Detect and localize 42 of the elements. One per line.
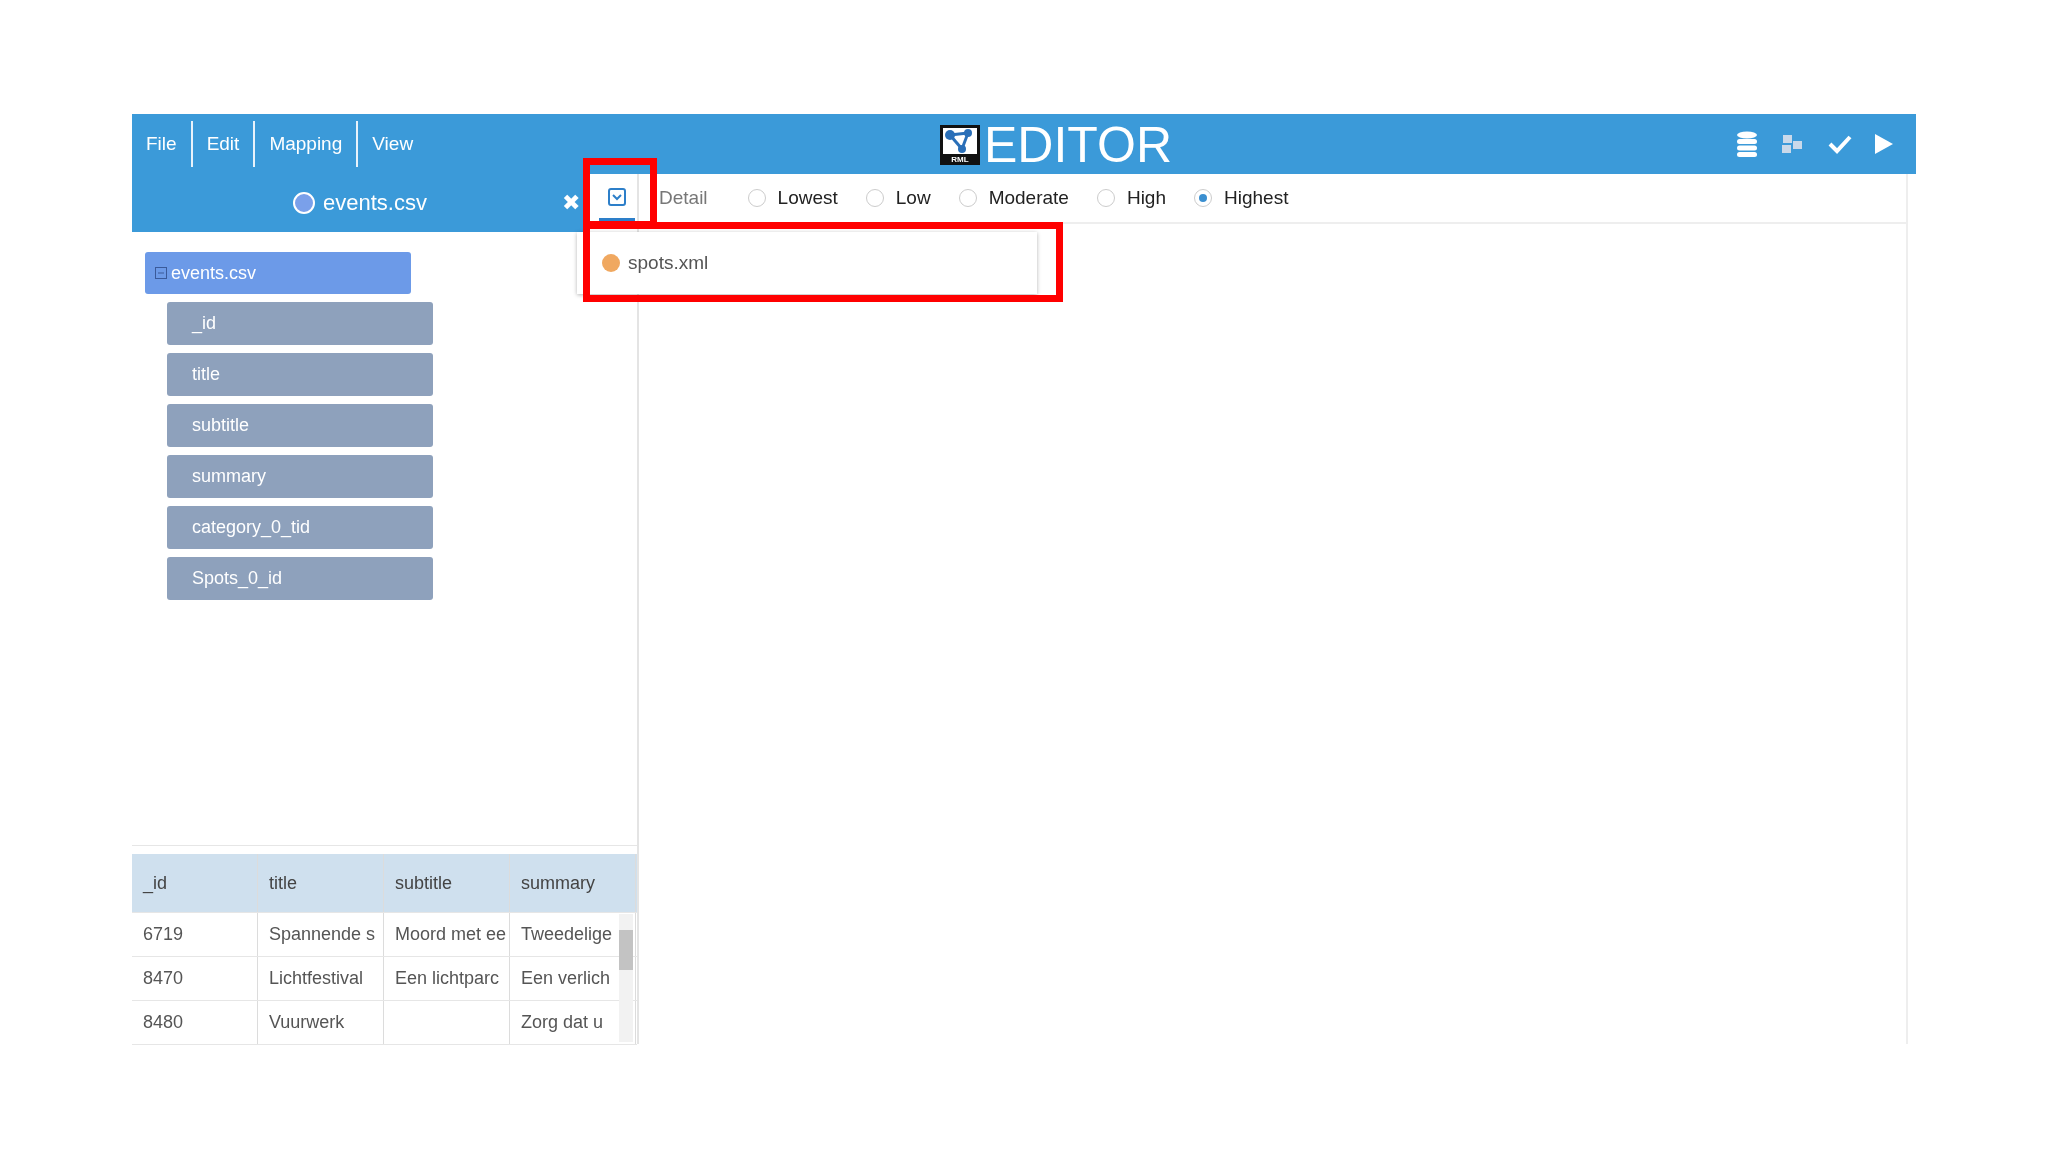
detail-radio[interactable]: High <box>1096 187 1166 209</box>
dropdown-item[interactable]: spots.xml <box>577 252 709 274</box>
logo-icon <box>940 125 980 155</box>
column-header[interactable]: summary <box>510 854 636 912</box>
detail-radio[interactable]: Low <box>865 187 931 209</box>
tree-node[interactable]: title <box>167 353 433 396</box>
app-title: EDITOR <box>984 120 1172 170</box>
menu-item[interactable]: View <box>358 121 428 167</box>
play-icon[interactable] <box>1874 133 1894 155</box>
table-cell: 8470 <box>132 957 258 1000</box>
menu-item[interactable]: Edit <box>192 121 256 167</box>
source-label: events.csv <box>323 190 427 216</box>
detail-radio[interactable]: Highest <box>1194 187 1289 209</box>
column-header[interactable]: subtitle <box>384 854 510 912</box>
logo-badge: RML <box>940 155 980 165</box>
table-cell: Spannende s <box>258 913 384 956</box>
database-icon[interactable] <box>1736 131 1758 157</box>
column-header[interactable]: title <box>258 854 384 912</box>
menu-item[interactable]: File <box>132 121 193 167</box>
table-cell: 8480 <box>132 1001 258 1044</box>
table-cell: Moord met ee <box>384 913 510 956</box>
tree-node[interactable]: _id <box>167 302 433 345</box>
table-cell: Vuurwerk <box>258 1001 384 1044</box>
column-header[interactable]: _id <box>132 854 258 912</box>
detail-radio[interactable]: Moderate <box>958 187 1069 209</box>
tree-node[interactable]: summary <box>167 455 433 498</box>
scrollbar[interactable] <box>619 914 633 1042</box>
circle-icon <box>293 192 316 214</box>
collapse-icon[interactable] <box>155 267 167 279</box>
table-cell: Lichtfestival <box>258 957 384 1000</box>
detail-label: Detail <box>659 187 708 209</box>
tree-node[interactable]: category_0_tid <box>167 506 433 549</box>
dropdown-icon <box>608 187 626 206</box>
table-cell: Een lichtparc <box>384 957 510 1000</box>
tree-node[interactable]: Spots_0_id <box>167 557 433 600</box>
detail-radio[interactable]: Lowest <box>747 187 838 209</box>
menu-item[interactable]: Mapping <box>255 121 359 167</box>
table-cell: 6719 <box>132 913 258 956</box>
close-icon[interactable]: ✖ <box>562 190 580 216</box>
check-icon[interactable] <box>1828 134 1852 154</box>
tree-node[interactable]: events.csv <box>145 252 411 294</box>
tree-node[interactable]: subtitle <box>167 404 433 447</box>
